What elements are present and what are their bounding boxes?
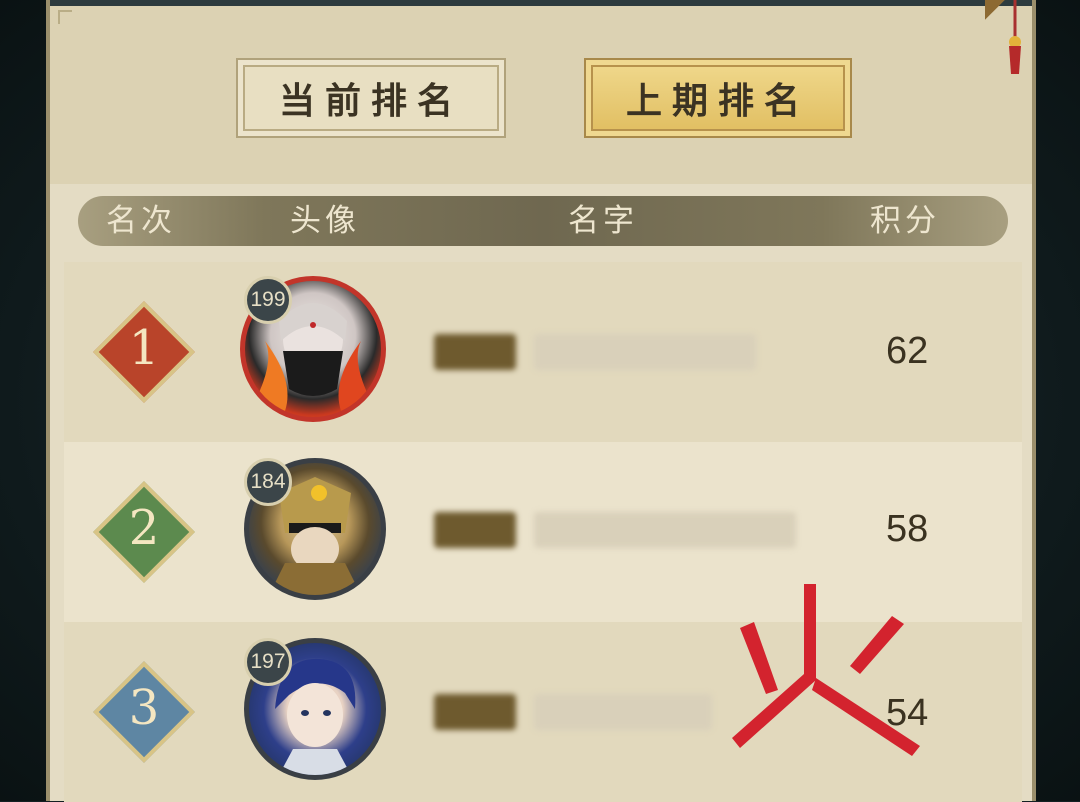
ranking-row[interactable]: 1 199 62 [64, 262, 1022, 442]
corner-ornament [58, 10, 72, 24]
rank-number: 3 [128, 680, 160, 736]
column-header-avatar: 头像 [290, 203, 360, 239]
level-badge: 199 [244, 276, 292, 324]
panel-top-strip [50, 0, 1032, 6]
rank-number: 2 [128, 500, 160, 556]
rank-number: 1 [128, 320, 160, 376]
level-badge: 197 [244, 638, 292, 686]
level-badge: 184 [244, 458, 292, 506]
column-header-name: 名字 [568, 203, 638, 239]
player-server-tag-redacted [434, 512, 516, 548]
player-name-redacted [534, 512, 796, 548]
tassel-ornament-icon [985, 0, 1021, 74]
player-server-tag-redacted [434, 334, 516, 370]
column-header-bar: 名次 头像 名字 积分 [78, 196, 1008, 246]
player-name-redacted [534, 694, 712, 730]
player-server-tag-redacted [434, 694, 516, 730]
player-name-redacted [534, 334, 756, 370]
tab-area [50, 0, 1032, 184]
tab-current-ranking[interactable]: 当前排名 [236, 58, 506, 138]
score-value: 62 [886, 330, 929, 372]
column-header-score: 积分 [870, 203, 940, 239]
tab-last-ranking[interactable]: 上期排名 [584, 58, 852, 138]
fire-glyph-watermark-icon [732, 584, 920, 756]
column-header-rank: 名次 [106, 203, 176, 239]
score-value: 58 [886, 508, 929, 550]
